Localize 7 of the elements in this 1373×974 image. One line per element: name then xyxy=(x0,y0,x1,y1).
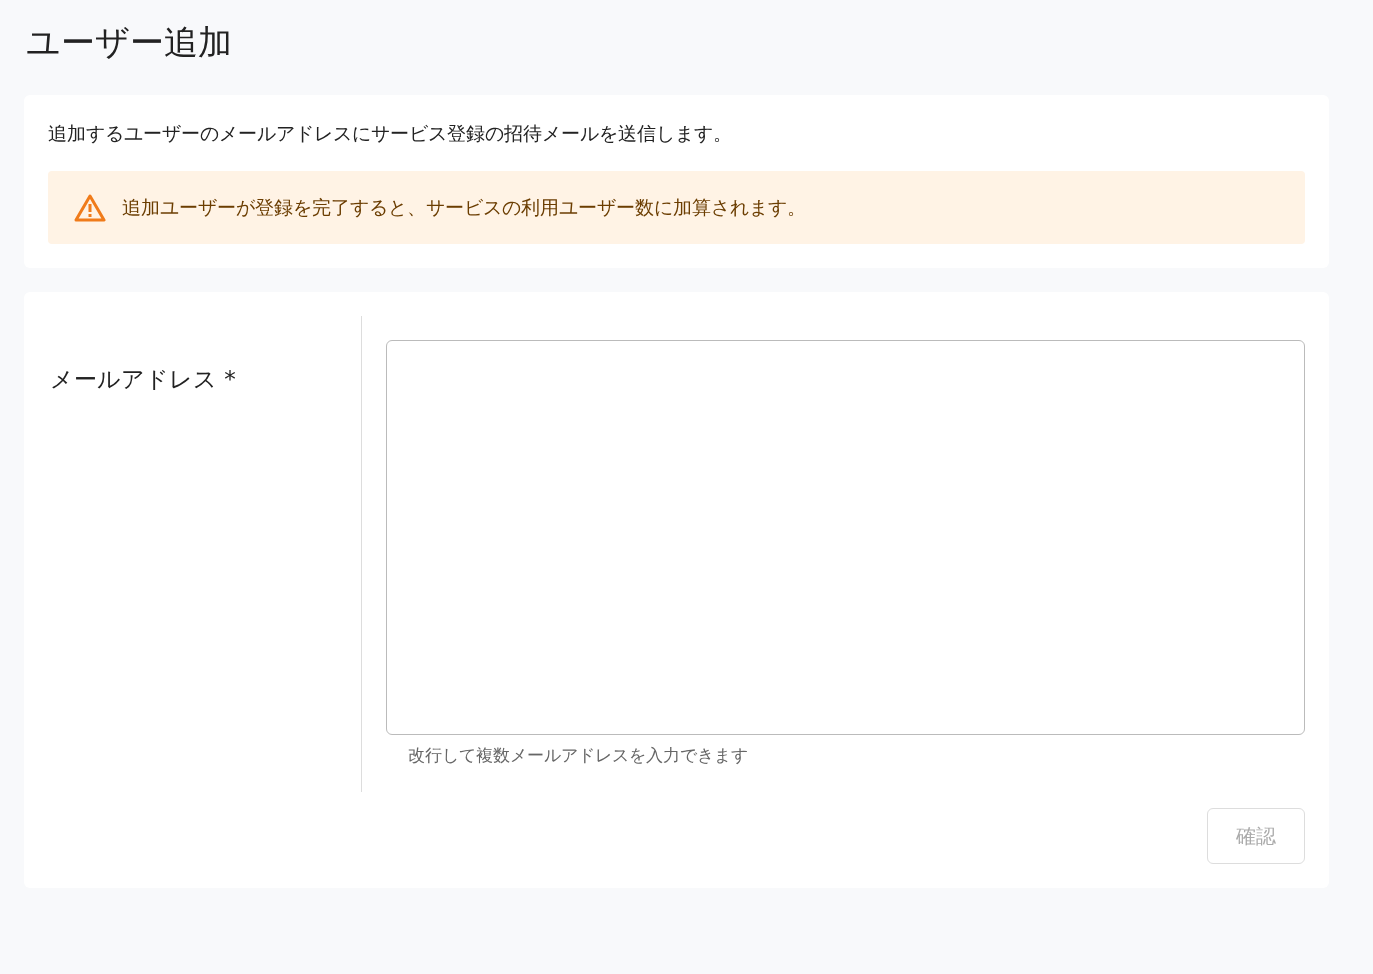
help-text: 改行して複数メールアドレスを入力できます xyxy=(407,743,749,767)
page-title: ユーザー追加 xyxy=(26,22,233,63)
warning-icon xyxy=(74,193,106,222)
field-label: メールアドレス * xyxy=(50,365,236,392)
alert-text: 追加ユーザーが登録を完了すると、サービスの利用ユーザー数に加算されます。 xyxy=(122,195,806,221)
email-textarea[interactable] xyxy=(386,339,1305,735)
intro-text: 追加するユーザーのメールアドレスにサービス登録の招待メールを送信します。 xyxy=(48,120,733,146)
